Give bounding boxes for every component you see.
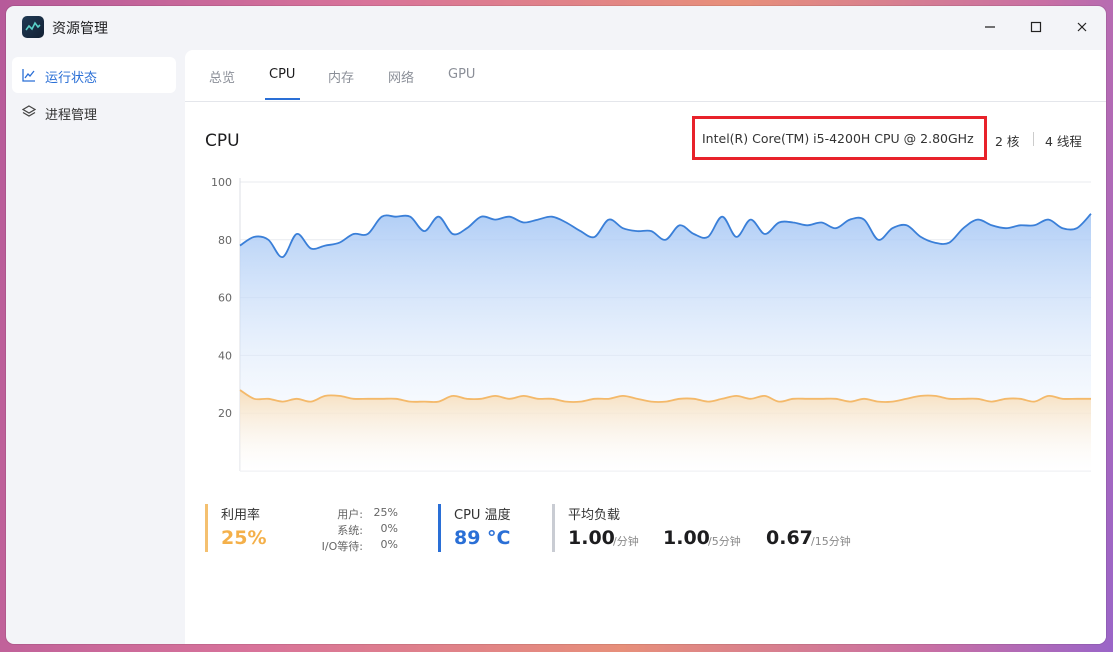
tab-memory[interactable]: 内存 — [328, 67, 354, 86]
tab-gpu[interactable]: GPU — [448, 67, 475, 82]
usage-label: 利用率 — [221, 508, 261, 523]
app-window: 资源管理 运行状态 进程管理 总览 CPU 内存 网络 GPU CPU Inte… — [6, 6, 1106, 644]
sidebar: 运行状态 进程管理 — [6, 50, 184, 644]
main-panel: 总览 CPU 内存 网络 GPU CPU Intel(R) Core(TM) i… — [185, 50, 1106, 644]
usage-accent-bar — [205, 504, 208, 552]
close-icon — [1077, 22, 1087, 32]
temperature-value: 89 °C — [454, 527, 511, 549]
minimize-icon — [985, 26, 995, 28]
load-accent-bar — [552, 504, 555, 552]
stats-panel: 利用率 25% 用户: 25% 系统: 0% I/O等待: 0% CPU 温度 … — [185, 500, 1106, 560]
y-tick-label: 20 — [218, 407, 232, 420]
layers-icon — [22, 105, 36, 117]
load-15min-value: 0.67 — [766, 527, 813, 549]
load-1min-unit: /分钟 — [613, 535, 639, 548]
tab-network[interactable]: 网络 — [388, 67, 414, 86]
system-label: 系统: — [337, 524, 363, 537]
title-bar: 资源管理 — [6, 6, 1106, 48]
y-tick-label: 80 — [218, 234, 232, 247]
app-title: 资源管理 — [52, 21, 108, 37]
sidebar-item-processes[interactable]: 进程管理 — [12, 94, 176, 130]
load-15min-unit: /15分钟 — [811, 535, 851, 548]
close-button[interactable] — [1067, 14, 1097, 40]
tab-bar: 总览 CPU 内存 网络 GPU — [185, 50, 1106, 102]
cpu-usage-chart: 100 80 60 40 20 — [211, 176, 1092, 472]
app-logo-icon — [22, 16, 44, 38]
load-5min-value: 1.00 — [663, 527, 710, 549]
user-label: 用户: — [337, 508, 363, 521]
cpu-cores: 2 核 — [995, 134, 1020, 149]
user-value: 25% — [373, 506, 398, 519]
maximize-button[interactable] — [1021, 14, 1051, 40]
y-tick-label: 40 — [218, 349, 232, 362]
temperature-label: CPU 温度 — [454, 508, 511, 523]
y-tick-label: 60 — [218, 292, 232, 305]
sidebar-item-status[interactable]: 运行状态 — [12, 57, 176, 93]
line-chart-icon — [22, 69, 35, 82]
maximize-icon — [1030, 21, 1042, 33]
tab-overview[interactable]: 总览 — [209, 67, 235, 86]
io-wait-label: I/O等待: — [321, 540, 363, 553]
minimize-button[interactable] — [975, 14, 1005, 40]
section-title: CPU — [205, 131, 240, 151]
cpu-threads: 4 线程 — [1045, 134, 1082, 149]
tab-cpu[interactable]: CPU — [269, 67, 295, 82]
sidebar-item-label: 运行状态 — [45, 71, 98, 86]
io-wait-value: 0% — [380, 538, 398, 551]
highlight-box — [692, 116, 987, 160]
y-tick-label: 100 — [211, 176, 232, 189]
usage-value: 25% — [221, 527, 267, 549]
temperature-accent-bar — [438, 504, 441, 552]
divider — [1033, 132, 1034, 146]
load-1min-value: 1.00 — [568, 527, 615, 549]
active-tab-indicator — [265, 98, 300, 100]
load-label: 平均负载 — [568, 508, 621, 523]
load-5min-unit: /5分钟 — [708, 535, 741, 548]
sidebar-item-label: 进程管理 — [45, 108, 98, 123]
system-value: 0% — [380, 522, 398, 535]
